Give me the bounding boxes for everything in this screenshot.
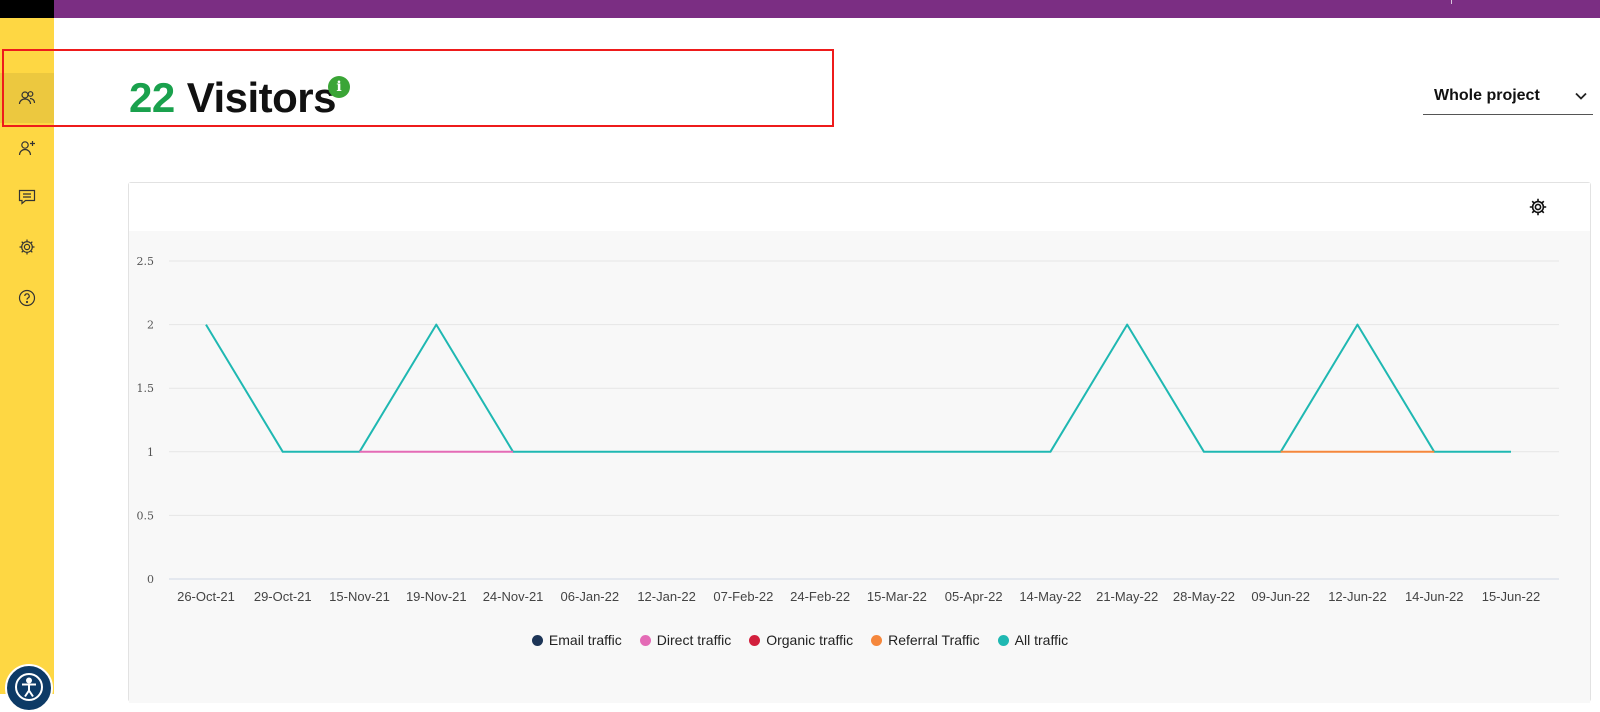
top-bar-corner <box>0 0 54 18</box>
x-tick-label: 06-Jan-22 <box>561 589 620 604</box>
legend-item[interactable]: Direct traffic <box>639 632 732 648</box>
scope-select-value: Whole project <box>1434 87 1540 104</box>
visitors-line-chart: 0 0.5 1 1.5 2 2.5 26-Oct-21 29-Oct-21 15-Nov-21 1… <box>137 255 1559 604</box>
sidebar-item-add-user[interactable] <box>0 123 54 173</box>
legend-item[interactable]: Email traffic <box>531 632 622 648</box>
x-tick-label: 12-Jun-22 <box>1328 589 1387 604</box>
visitor-count: 22 <box>129 74 175 121</box>
comments-icon <box>18 189 36 205</box>
legend-dot <box>997 634 1009 646</box>
x-tick-label: 28-May-22 <box>1173 589 1235 604</box>
x-tick-label: 07-Feb-22 <box>713 589 773 604</box>
x-tick-label: 21-May-22 <box>1096 589 1158 604</box>
x-tick-label: 15-Jun-22 <box>1482 589 1541 604</box>
add-user-icon <box>18 141 35 156</box>
x-tick-label: 12-Jan-22 <box>637 589 696 604</box>
y-tick-label: 0.5 <box>137 509 155 522</box>
x-tick-label: 24-Feb-22 <box>790 589 850 604</box>
visitor-label: Visitors <box>186 74 337 121</box>
legend-item[interactable]: All traffic <box>997 632 1069 648</box>
x-tick-label: 24-Nov-21 <box>483 589 544 604</box>
sidebar-item-comments[interactable] <box>0 172 54 222</box>
x-tick-label: 05-Apr-22 <box>945 589 1003 604</box>
y-tick-label: 1 <box>147 446 154 459</box>
chart-settings-icon[interactable] <box>1528 197 1548 217</box>
top-bar <box>0 0 1600 18</box>
legend-item[interactable]: Referral Traffic <box>871 632 980 648</box>
help-icon <box>18 289 36 307</box>
page-title: 22 Visitors <box>129 70 337 126</box>
x-tick-label: 29-Oct-21 <box>254 589 312 604</box>
legend-dot <box>639 634 651 646</box>
legend-label: Direct traffic <box>656 632 732 648</box>
settings-icon <box>19 239 35 255</box>
x-tick-label: 09-Jun-22 <box>1251 589 1310 604</box>
highlight-box <box>2 49 834 127</box>
legend-dot <box>749 634 761 646</box>
x-tick-label: 26-Oct-21 <box>177 589 235 604</box>
top-bar-divider <box>1451 0 1452 4</box>
x-tick-label: 19-Nov-21 <box>406 589 467 604</box>
legend-label: All traffic <box>1014 632 1069 648</box>
x-tick-label: 15-Mar-22 <box>867 589 927 604</box>
legend-label: Organic traffic <box>766 632 854 648</box>
legend-dot <box>531 634 543 646</box>
accessibility-icon <box>15 673 43 701</box>
y-tick-label: 2.5 <box>137 255 155 268</box>
accessibility-button[interactable] <box>5 664 53 712</box>
visitors-chart-card: 0 0.5 1 1.5 2 2.5 26-Oct-21 29-Oct-21 15-Nov-21 1… <box>128 182 1591 703</box>
legend-label: Email traffic <box>548 632 622 648</box>
chevron-down-icon <box>1575 92 1587 100</box>
y-tick-label: 1.5 <box>137 382 155 395</box>
x-tick-label: 15-Nov-21 <box>329 589 390 604</box>
legend-label: Referral Traffic <box>888 632 980 648</box>
info-icon[interactable]: i <box>328 76 350 98</box>
x-tick-label: 14-Jun-22 <box>1405 589 1464 604</box>
sidebar-item-settings[interactable] <box>0 222 54 272</box>
scope-select[interactable]: Whole project <box>1423 78 1593 115</box>
chart-header <box>129 183 1590 232</box>
chart-legend: Email traffic Direct traffic Organic traff… <box>0 632 1600 648</box>
legend-item[interactable]: Organic traffic <box>749 632 853 648</box>
y-tick-label: 0 <box>147 573 154 586</box>
sidebar-item-help[interactable] <box>0 273 54 323</box>
legend-dot <box>871 634 883 646</box>
y-tick-label: 2 <box>147 319 154 332</box>
x-tick-label: 14-May-22 <box>1019 589 1081 604</box>
